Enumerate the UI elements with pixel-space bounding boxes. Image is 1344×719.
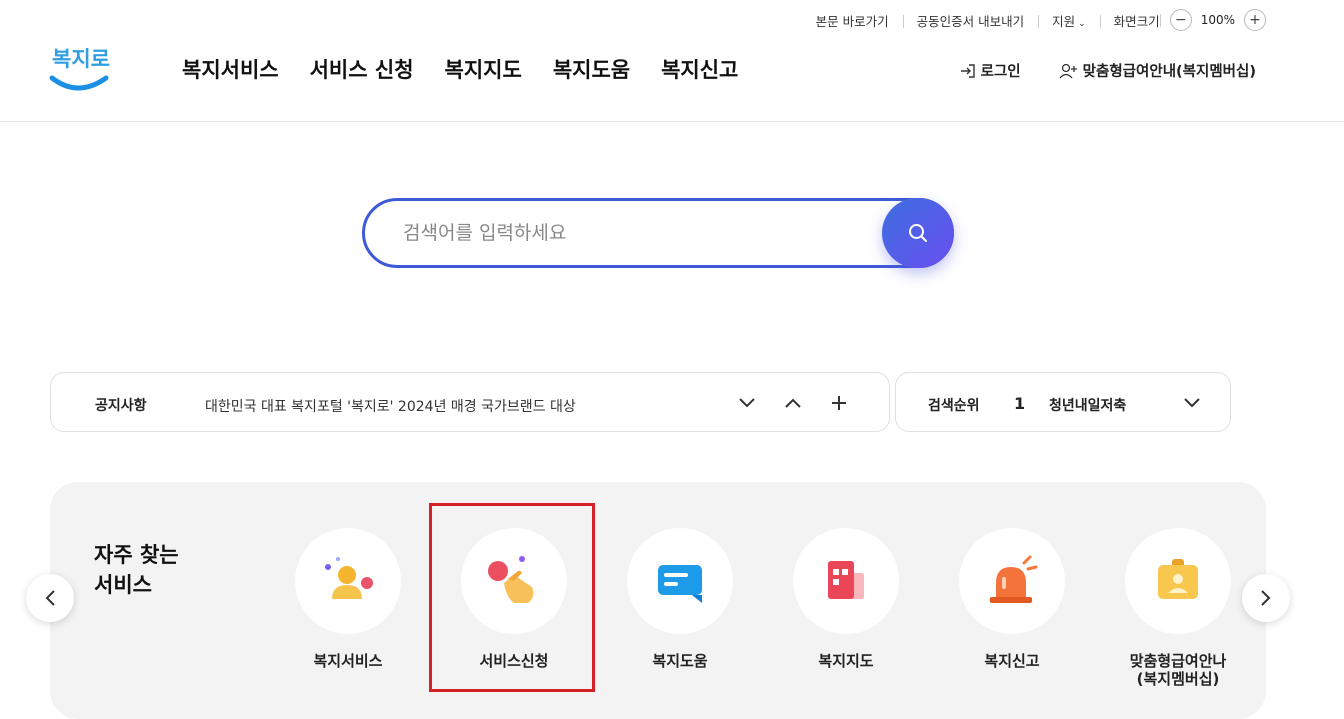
people-icon: [325, 557, 373, 599]
plus-icon: [832, 396, 846, 410]
service-icon-circle: [793, 528, 899, 634]
ranking-expand-button[interactable]: [1182, 393, 1202, 413]
service-name-line-2: (복지멤버십): [1136, 670, 1220, 688]
screen-size-label: 화면크기: [1099, 11, 1160, 30]
service-apply[interactable]: 서비스신청: [431, 528, 597, 670]
notice-next-button[interactable]: [737, 393, 757, 413]
login-label: 로그인: [980, 64, 1021, 80]
carousel-next-button[interactable]: [1242, 574, 1290, 622]
service-welfare[interactable]: 복지서비스: [265, 528, 431, 670]
hand-tap-icon: [488, 556, 534, 603]
notice-bar: 공지사항 대한민국 대표 복지포털 '복지로' 2024년 매경 국가브랜드 대…: [50, 372, 890, 432]
service-name: 복지도움: [652, 652, 708, 670]
ranking-number: 1: [1014, 394, 1026, 413]
service-icon-circle: [959, 528, 1065, 634]
nav-item-welfare-report[interactable]: 복지신고: [661, 54, 738, 84]
title-line-2: 서비스: [94, 573, 152, 597]
service-name: 복지신고: [984, 652, 1040, 670]
carousel-prev-button[interactable]: [26, 574, 74, 622]
header-divider: [0, 121, 1344, 122]
search-button[interactable]: [882, 198, 954, 268]
skip-to-content-link[interactable]: 본문 바로가기: [802, 11, 903, 30]
chevron-down-icon: [739, 398, 755, 408]
service-name: 맞춤형급여안나 (복지멤버십): [1095, 652, 1261, 688]
search-ranking: 검색순위 1 청년내일저축: [895, 372, 1231, 432]
service-report[interactable]: 복지신고: [929, 528, 1095, 670]
frequent-services-title: 자주 찾는 서비스: [94, 540, 179, 600]
id-card-icon: [1158, 559, 1198, 599]
membership-button[interactable]: 맞춤형급여안내(복지멤버십): [1059, 60, 1256, 81]
membership-label: 맞춤형급여안내(복지멤버십): [1082, 64, 1256, 80]
nav-item-welfare-service[interactable]: 복지서비스: [182, 54, 279, 84]
service-icon-circle: [295, 528, 401, 634]
service-icon-circle: [461, 528, 567, 634]
siren-icon: [990, 555, 1038, 603]
header-actions: 로그인 맞춤형급여안내(복지멤버십): [959, 60, 1256, 81]
cert-export-link[interactable]: 공동인증서 내보내기: [902, 11, 1038, 30]
zoom-out-button[interactable]: −: [1169, 9, 1192, 31]
zoom-in-button[interactable]: +: [1244, 9, 1266, 31]
chevron-down-icon: ⌄: [1078, 18, 1086, 29]
service-icon-circle: [1125, 528, 1231, 634]
service-icon-circle: [627, 528, 733, 634]
user-plus-icon: [1059, 63, 1077, 78]
chevron-down-icon: [1184, 398, 1200, 408]
support-dropdown[interactable]: 지원 ⌄: [1038, 11, 1100, 30]
service-name: 복지지도: [818, 652, 874, 670]
nav-item-welfare-map[interactable]: 복지지도: [445, 54, 522, 84]
utility-bar: 본문 바로가기 공동인증서 내보내기 지원 ⌄ 화면크기 − 100% +: [802, 8, 1266, 32]
service-help[interactable]: 복지도움: [597, 528, 763, 670]
map-icon: [828, 561, 864, 599]
zoom-level: 100%: [1200, 13, 1235, 27]
search-box: [362, 198, 954, 268]
chat-icon: [658, 565, 702, 603]
ranking-keyword[interactable]: 청년내일저축: [1049, 395, 1126, 415]
service-name-line-1: 맞춤형급여안나: [1129, 652, 1227, 670]
service-map[interactable]: 복지지도: [763, 528, 929, 670]
login-button[interactable]: 로그인: [959, 60, 1021, 81]
service-name: 복지서비스: [313, 652, 383, 670]
chevron-right-icon: [1261, 590, 1271, 606]
search-icon: [909, 224, 927, 242]
notice-controls: [737, 393, 849, 413]
logo-text: 복지로: [52, 47, 110, 71]
support-label: 지원: [1052, 13, 1076, 29]
notice-label: 공지사항: [95, 398, 147, 414]
main-nav: 복지서비스 서비스 신청 복지지도 복지도움 복지신고: [182, 54, 738, 84]
logo-mark: 복지로: [49, 47, 110, 91]
search-input[interactable]: [403, 218, 873, 248]
notice-text[interactable]: 대한민국 대표 복지포털 '복지로' 2024년 매경 국가브랜드 대상: [205, 396, 576, 416]
nav-item-welfare-help[interactable]: 복지도움: [553, 54, 630, 84]
service-name: 서비스신청: [479, 652, 549, 670]
chevron-left-icon: [45, 590, 55, 606]
chevron-up-icon: [785, 398, 801, 408]
title-line-1: 자주 찾는: [94, 543, 179, 567]
login-icon: [960, 63, 975, 78]
notice-more-button[interactable]: [829, 393, 849, 413]
nav-item-service-apply[interactable]: 서비스 신청: [310, 54, 414, 84]
notice-prev-button[interactable]: [783, 393, 803, 413]
zoom-control: − 100% +: [1159, 9, 1266, 31]
logo[interactable]: 복지로: [48, 38, 110, 94]
service-membership[interactable]: 맞춤형급여안나 (복지멤버십): [1095, 528, 1261, 688]
ranking-label: 검색순위: [928, 398, 980, 414]
frequent-services-panel: 자주 찾는 서비스 복지서비스 서비스신청 복지도움 복지지도 복지신고 맞춤형…: [50, 482, 1266, 719]
